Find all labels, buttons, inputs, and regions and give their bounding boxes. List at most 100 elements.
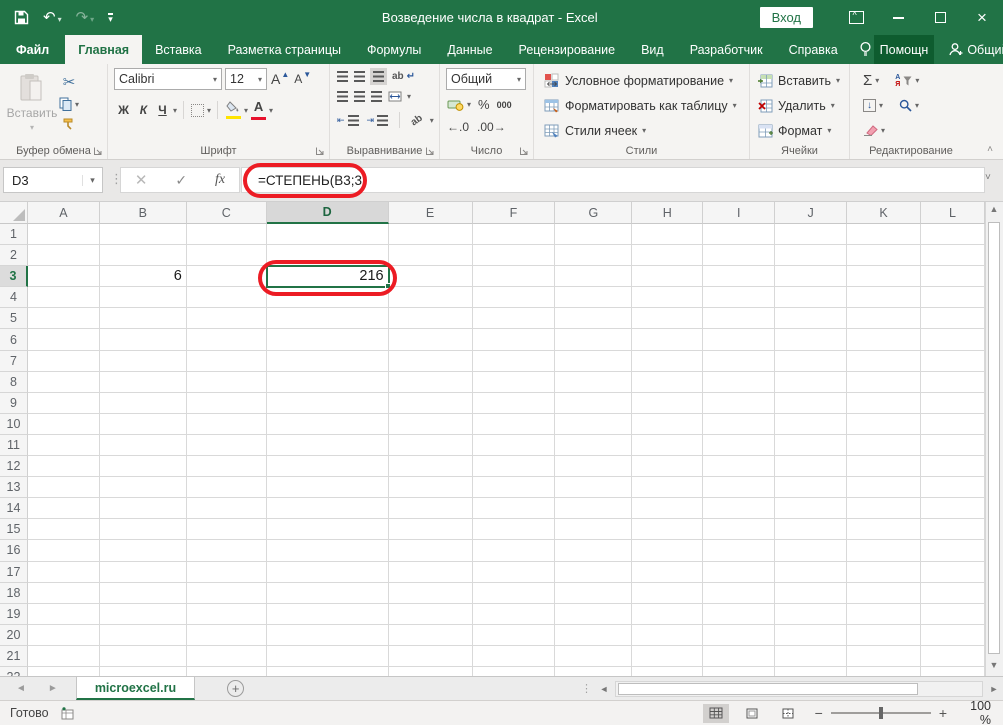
row-header-7[interactable]: 7 bbox=[0, 351, 28, 372]
cell-H11[interactable] bbox=[632, 435, 703, 456]
cell-K8[interactable] bbox=[847, 372, 921, 393]
cell-I12[interactable] bbox=[703, 456, 775, 477]
cell-E4[interactable] bbox=[389, 287, 473, 308]
cell-A8[interactable] bbox=[28, 372, 100, 393]
cell-L6[interactable] bbox=[921, 329, 985, 350]
cell-H2[interactable] bbox=[632, 245, 703, 266]
close-button[interactable]: × bbox=[961, 0, 1003, 35]
cell-A9[interactable] bbox=[28, 393, 100, 414]
cell-B8[interactable] bbox=[100, 372, 187, 393]
row-header-3[interactable]: 3 bbox=[0, 266, 28, 287]
cell-D16[interactable] bbox=[267, 540, 389, 561]
tab-help[interactable]: Справка bbox=[776, 35, 851, 64]
cell-I20[interactable] bbox=[703, 625, 775, 646]
orientation-caret[interactable]: ▾ bbox=[430, 116, 434, 125]
copy-icon[interactable]: ▾ bbox=[58, 96, 80, 112]
cell-J4[interactable] bbox=[775, 287, 847, 308]
insert-cells-button[interactable]: Вставить▾ bbox=[758, 68, 845, 93]
grow-font-button[interactable]: А▲ bbox=[270, 70, 290, 88]
cell-C6[interactable] bbox=[187, 329, 267, 350]
cell-J10[interactable] bbox=[775, 414, 847, 435]
cell-B2[interactable] bbox=[100, 245, 187, 266]
cell-B4[interactable] bbox=[100, 287, 187, 308]
horizontal-scrollbar[interactable] bbox=[615, 681, 983, 697]
cell-F19[interactable] bbox=[473, 604, 556, 625]
cell-L21[interactable] bbox=[921, 646, 985, 667]
cell-I4[interactable] bbox=[703, 287, 775, 308]
cell-E3[interactable] bbox=[389, 266, 473, 287]
cell-H21[interactable] bbox=[632, 646, 703, 667]
cell-A16[interactable] bbox=[28, 540, 100, 561]
cell-C18[interactable] bbox=[187, 583, 267, 604]
cell-C7[interactable] bbox=[187, 351, 267, 372]
column-header-F[interactable]: F bbox=[473, 202, 556, 224]
cell-H7[interactable] bbox=[632, 351, 703, 372]
cancel-icon[interactable]: ✕ bbox=[135, 171, 148, 189]
cell-E20[interactable] bbox=[389, 625, 473, 646]
scroll-down-icon[interactable]: ▼ bbox=[985, 660, 1003, 676]
cell-K12[interactable] bbox=[847, 456, 921, 477]
cell-J1[interactable] bbox=[775, 224, 847, 245]
cell-G2[interactable] bbox=[555, 245, 632, 266]
cell-K18[interactable] bbox=[847, 583, 921, 604]
tab-view[interactable]: Вид bbox=[628, 35, 677, 64]
cell-J22[interactable] bbox=[775, 667, 847, 676]
cell-B22[interactable] bbox=[100, 667, 187, 676]
cell-H10[interactable] bbox=[632, 414, 703, 435]
cell-G5[interactable] bbox=[555, 308, 632, 329]
cell-H5[interactable] bbox=[632, 308, 703, 329]
cell-B13[interactable] bbox=[100, 477, 187, 498]
cell-J7[interactable] bbox=[775, 351, 847, 372]
number-dialog-launcher-icon[interactable] bbox=[519, 146, 529, 156]
align-top-icon[interactable] bbox=[336, 70, 349, 83]
decrease-indent-icon[interactable]: ⇤ bbox=[336, 114, 360, 127]
collapse-ribbon-icon[interactable]: ˄ bbox=[987, 144, 993, 155]
decrease-decimal-icon[interactable]: .00→ bbox=[476, 119, 507, 135]
cell-E5[interactable] bbox=[389, 308, 473, 329]
merge-center-icon[interactable] bbox=[387, 90, 403, 103]
cell-H12[interactable] bbox=[632, 456, 703, 477]
column-header-L[interactable]: L bbox=[921, 202, 985, 224]
column-header-G[interactable]: G bbox=[555, 202, 632, 224]
row-header-17[interactable]: 17 bbox=[0, 562, 28, 583]
cell-F9[interactable] bbox=[473, 393, 556, 414]
borders-caret[interactable]: ▾ bbox=[207, 106, 211, 115]
cell-B5[interactable] bbox=[100, 308, 187, 329]
row-header-6[interactable]: 6 bbox=[0, 329, 28, 350]
cell-I17[interactable] bbox=[703, 562, 775, 583]
align-right-icon[interactable] bbox=[370, 90, 383, 103]
sheet-nav-right-icon[interactable]: ► bbox=[48, 683, 58, 694]
cell-J3[interactable] bbox=[775, 266, 847, 287]
customize-quick-access-icon[interactable]: ▾ bbox=[108, 13, 113, 22]
cell-D8[interactable] bbox=[267, 372, 389, 393]
cell-L20[interactable] bbox=[921, 625, 985, 646]
cell-L5[interactable] bbox=[921, 308, 985, 329]
splitter-grip-icon[interactable]: ⋮ bbox=[581, 682, 593, 695]
cell-C8[interactable] bbox=[187, 372, 267, 393]
font-dialog-launcher-icon[interactable] bbox=[315, 146, 325, 156]
zoom-slider[interactable] bbox=[831, 712, 931, 714]
cell-H14[interactable] bbox=[632, 498, 703, 519]
cell-G10[interactable] bbox=[555, 414, 632, 435]
cell-K17[interactable] bbox=[847, 562, 921, 583]
zoom-slider-thumb[interactable] bbox=[879, 707, 883, 719]
cell-D3[interactable]: 216 bbox=[267, 266, 389, 287]
cell-E1[interactable] bbox=[389, 224, 473, 245]
cell-A15[interactable] bbox=[28, 519, 100, 540]
cell-D10[interactable] bbox=[267, 414, 389, 435]
cell-E2[interactable] bbox=[389, 245, 473, 266]
cell-K5[interactable] bbox=[847, 308, 921, 329]
font-name-select[interactable]: Calibri▾ bbox=[114, 68, 222, 90]
cell-A5[interactable] bbox=[28, 308, 100, 329]
tab-review[interactable]: Рецензирование bbox=[506, 35, 629, 64]
cell-E22[interactable] bbox=[389, 667, 473, 676]
view-page-layout-icon[interactable] bbox=[739, 704, 765, 723]
delete-cells-button[interactable]: Удалить▾ bbox=[758, 93, 845, 118]
conditional-formatting-button[interactable]: Условное форматирование▾ bbox=[544, 68, 745, 93]
row-header-10[interactable]: 10 bbox=[0, 414, 28, 435]
align-bottom-icon[interactable] bbox=[370, 68, 387, 85]
cell-K10[interactable] bbox=[847, 414, 921, 435]
formula-bar-expand-icon[interactable]: ˅ bbox=[985, 172, 991, 183]
cell-E15[interactable] bbox=[389, 519, 473, 540]
cell-I10[interactable] bbox=[703, 414, 775, 435]
